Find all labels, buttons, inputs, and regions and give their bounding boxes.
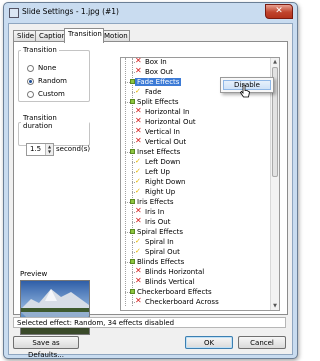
tree-item-label: Left Up [145, 168, 170, 176]
duration-group-label: Transition duration [23, 114, 57, 130]
radio-custom-indicator [27, 90, 34, 98]
radio-random-indicator [27, 77, 34, 85]
disabled-x-icon: ✕ [135, 66, 142, 75]
disabled-x-icon: ✕ [135, 57, 142, 65]
dialog-client: Slide Caption Transition Motion Transiti… [8, 23, 293, 359]
duration-value: 1.5 [30, 145, 42, 153]
tree-scrollbar[interactable]: ▲ ▼ [270, 58, 279, 310]
tree-item-label: Fade [145, 88, 162, 96]
tree-item-label: Horizontal Out [145, 118, 196, 126]
preview-label: Preview [20, 270, 48, 278]
duration-unit: second(s) [56, 145, 91, 153]
transition-group-label: Transition [23, 46, 57, 54]
tree-group-label: Checkerboard Effects [137, 288, 212, 296]
disabled-x-icon: ✕ [135, 116, 142, 125]
scroll-down-icon[interactable]: ▼ [271, 302, 279, 310]
window-title: Slide Settings - 1.jpg (#1) [22, 7, 119, 16]
app-icon [9, 8, 19, 18]
tree-item-label: Right Down [145, 178, 186, 186]
disabled-x-icon: ✕ [135, 296, 142, 305]
tab-transition[interactable]: Transition [64, 28, 104, 43]
group-icon [130, 99, 135, 104]
tree-line [125, 58, 126, 306]
dialog-window: Slide Settings - 1.jpg (#1) ✕ Slide Capt… [3, 2, 298, 359]
ok-button[interactable]: OK [185, 336, 233, 349]
enabled-check-icon: ✓ [135, 87, 141, 95]
tree-item-label: Right Up [145, 188, 176, 196]
disabled-x-icon: ✕ [135, 266, 142, 275]
transition-group: Transition None Random Custom [18, 46, 90, 102]
enabled-check-icon: ✓ [135, 177, 141, 185]
disabled-x-icon: ✕ [135, 276, 142, 285]
tree-group-label: Split Effects [137, 98, 179, 106]
radio-none[interactable]: None [27, 64, 56, 72]
mouse-cursor-icon [239, 84, 250, 98]
close-button[interactable]: ✕ [265, 4, 293, 19]
disabled-x-icon: ✕ [135, 106, 142, 115]
tree-group-label: Iris Effects [137, 198, 174, 206]
radio-custom-label: Custom [38, 90, 65, 98]
enabled-check-icon: ✓ [135, 247, 141, 255]
close-icon: ✕ [275, 6, 283, 16]
tree-item-label: Iris Out [145, 218, 171, 226]
enabled-check-icon: ✓ [135, 237, 141, 245]
enabled-check-icon: ✓ [135, 157, 141, 165]
status-text: Selected effect: Random, 34 effects disa… [13, 317, 286, 328]
disabled-x-icon: ✕ [135, 206, 142, 215]
tree-item-label: Spiral Out [145, 248, 180, 256]
group-icon [130, 229, 135, 234]
tree-item-label: Spiral In [145, 238, 174, 246]
save-defaults-button[interactable]: Save as Defaults... [13, 336, 79, 359]
tree-group-label: Fade Effects [135, 78, 182, 86]
scroll-up-icon[interactable]: ▲ [271, 58, 279, 66]
tree-group-label: Inset Effects [137, 148, 181, 156]
radio-random-label: Random [38, 77, 67, 85]
group-icon [130, 199, 135, 204]
tree-item-label: Horizontal In [145, 108, 190, 116]
disabled-x-icon: ✕ [135, 136, 142, 145]
radio-custom[interactable]: Custom [27, 90, 65, 98]
spin-arrows-icon[interactable]: ▲ ▼ [45, 144, 53, 155]
group-icon [130, 289, 135, 294]
disabled-x-icon: ✕ [135, 216, 142, 225]
tree-item-label: Blinds Vertical [145, 278, 195, 286]
enabled-check-icon: ✓ [135, 167, 141, 175]
tree-item-label: Blinds Horizontal [145, 268, 205, 276]
tree-item-label: Vertical Out [145, 138, 187, 146]
tree-group-label: Blinds Effects [137, 258, 185, 266]
radio-none-indicator [27, 64, 34, 72]
effects-tree[interactable]: ✕ Box In ✕ Box Out Fade Effects ✓ Fade Spli… [120, 57, 280, 311]
duration-spinner[interactable]: 1.5 ▲ ▼ [26, 143, 54, 156]
radio-none-label: None [38, 64, 57, 72]
group-icon [130, 149, 135, 154]
radio-random[interactable]: Random [27, 77, 67, 85]
tree-item-label: Box Out [145, 68, 173, 76]
disabled-x-icon: ✕ [135, 126, 142, 135]
tree-item-label: Left Down [145, 158, 181, 166]
duration-group: Transition duration 1.5 ▲ ▼ second(s) [18, 114, 90, 156]
tree-item-label: Box In [145, 58, 167, 66]
title-bar[interactable]: Slide Settings - 1.jpg (#1) ✕ [4, 3, 297, 22]
group-icon [130, 259, 135, 264]
tree-group-label: Spiral Effects [137, 228, 183, 236]
tree-item-label: Vertical In [145, 128, 180, 136]
tree-item-label: Iris In [145, 208, 165, 216]
tree-item-label: Checkerboard Across [145, 298, 219, 306]
enabled-check-icon: ✓ [135, 187, 141, 195]
cancel-button[interactable]: Cancel [238, 336, 286, 349]
